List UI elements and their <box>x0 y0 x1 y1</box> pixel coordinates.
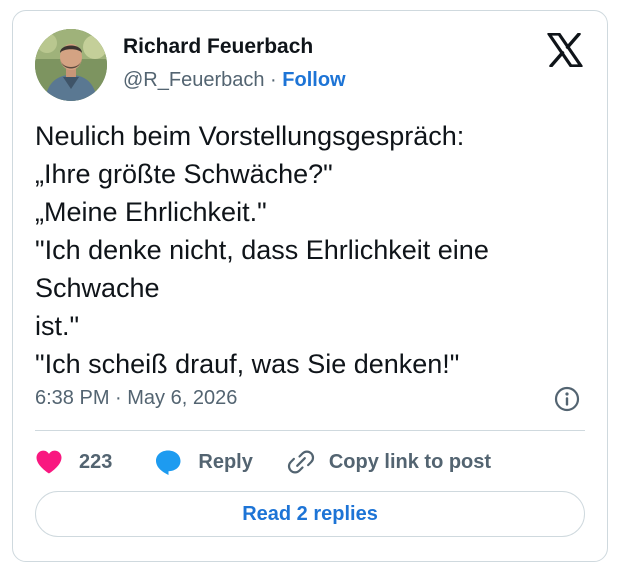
like-button[interactable]: 223 <box>35 449 112 475</box>
tweet-line: "Ich scheiß drauf, was Sie denken!" <box>35 349 460 379</box>
reply-bubble-icon <box>154 448 182 476</box>
link-icon <box>287 448 315 476</box>
divider <box>35 430 585 431</box>
author-name[interactable]: Richard Feuerbach <box>123 35 313 59</box>
tweet-actions: 223 Reply Copy link to post <box>35 444 491 480</box>
copy-link-button[interactable]: Copy link to post <box>287 448 491 476</box>
avatar-photo-icon <box>35 29 107 101</box>
tweet-line: Neulich beim Vorstellungsgespräch: <box>35 121 465 151</box>
follow-button[interactable]: Follow <box>282 69 345 91</box>
copy-link-label: Copy link to post <box>328 450 492 473</box>
handle-separator: · <box>270 69 277 91</box>
info-icon[interactable] <box>553 385 581 413</box>
tweet-line: "Ich denke nicht, dass Ehrlichkeit eine <box>35 235 489 265</box>
avatar[interactable] <box>35 29 107 101</box>
tweet-line: „Meine Ehrlichkeit." <box>35 197 267 227</box>
tweet-line: ist." <box>35 311 80 341</box>
x-logo-icon[interactable] <box>547 32 583 68</box>
author-handle-row: @R_Feuerbach · Follow <box>123 69 346 92</box>
heart-icon <box>35 449 63 475</box>
reply-button[interactable]: Reply <box>154 448 253 476</box>
like-count: 223 <box>79 450 113 473</box>
tweet-line: Schwache <box>35 273 160 303</box>
tweet-timestamp[interactable]: 6:38 PM · May 6, 2026 <box>35 387 237 410</box>
tweet-text: Neulich beim Vorstellungsgespräch: „Ihre… <box>35 117 590 383</box>
reply-label: Reply <box>198 450 253 473</box>
author-handle[interactable]: @R_Feuerbach <box>123 69 264 91</box>
tweet-line: „Ihre größte Schwäche?" <box>35 159 333 189</box>
tweet-card: Richard Feuerbach @R_Feuerbach · Follow … <box>12 10 608 562</box>
read-replies-button[interactable]: Read 2 replies <box>35 491 585 537</box>
